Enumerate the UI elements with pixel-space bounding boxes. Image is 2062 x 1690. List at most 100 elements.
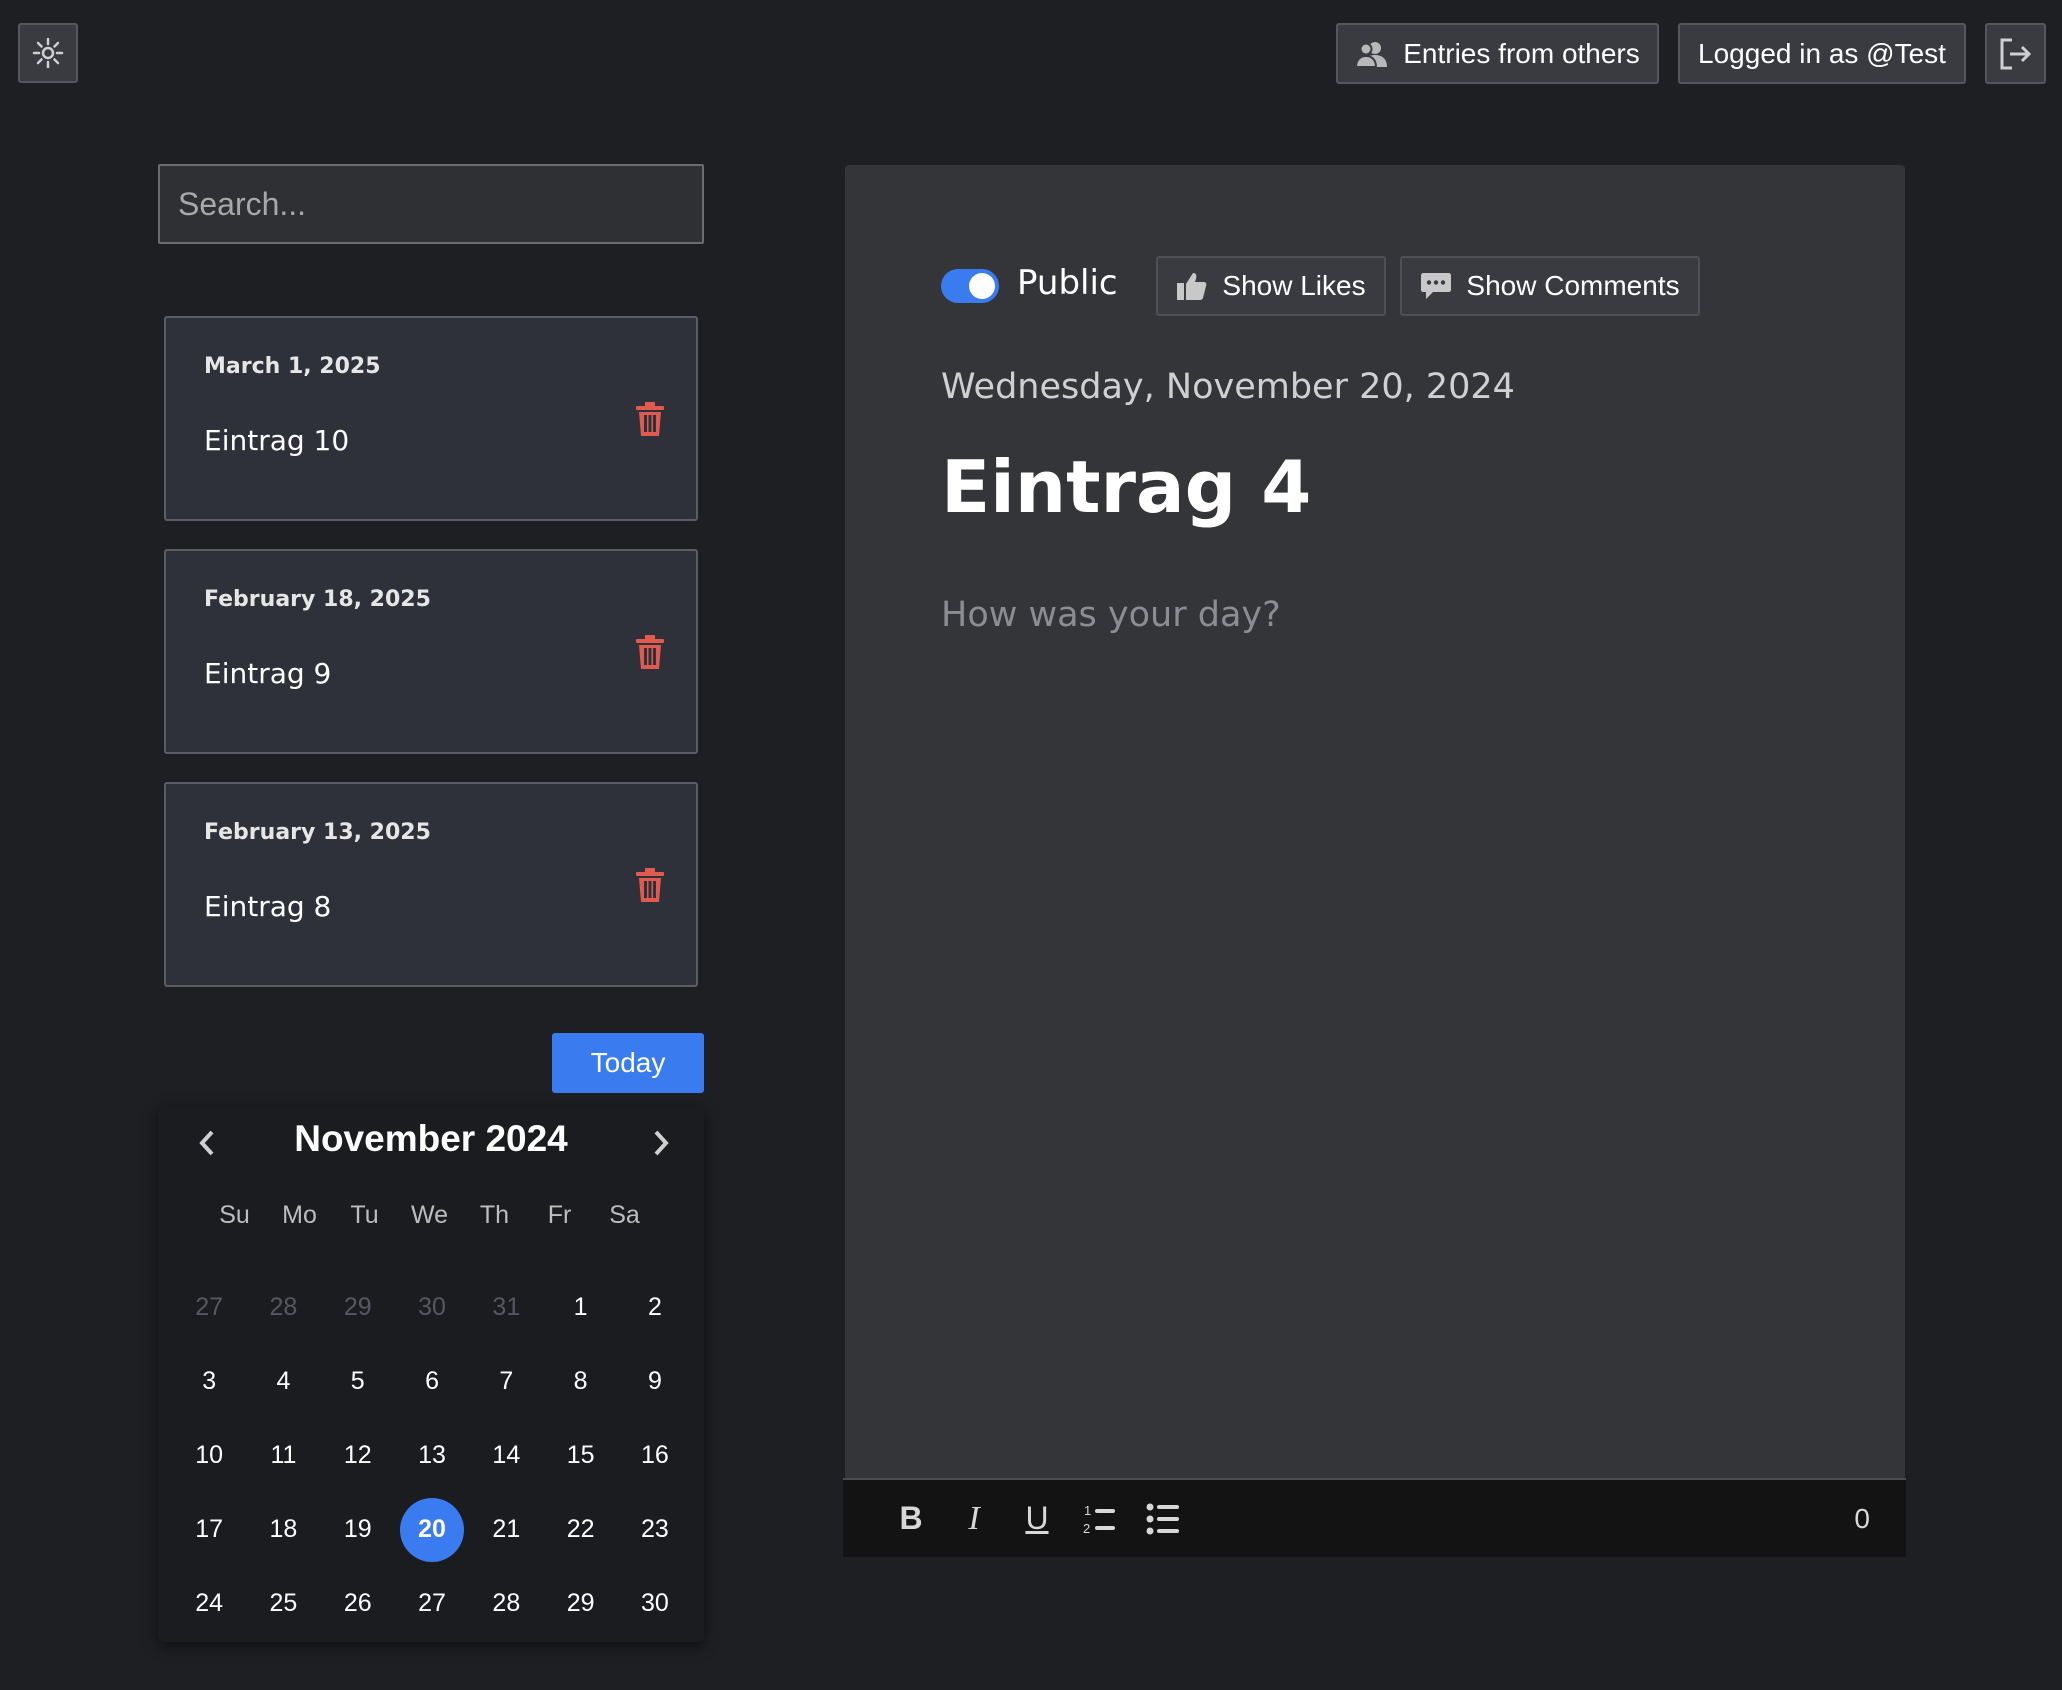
- weekday-label: Su: [219, 1200, 250, 1229]
- calendar-day-number: 26: [343, 1589, 372, 1618]
- calendar-day[interactable]: 11: [246, 1418, 320, 1492]
- bullet-list-button[interactable]: [1141, 1497, 1185, 1541]
- calendar-day-number: 2: [647, 1292, 662, 1321]
- calendar-day[interactable]: 2: [618, 1270, 692, 1344]
- calendar-day-number: 3: [202, 1366, 217, 1395]
- calendar-day[interactable]: 18: [246, 1493, 320, 1567]
- weekday-header: Su Mo Tu We Th Fr Sa: [202, 1190, 657, 1240]
- calendar-day[interactable]: 19: [321, 1493, 395, 1567]
- calendar-day[interactable]: 17: [172, 1493, 246, 1567]
- italic-button[interactable]: I: [952, 1497, 996, 1541]
- calendar-day-number: 4: [276, 1366, 291, 1395]
- bold-button[interactable]: B: [889, 1497, 933, 1541]
- calendar-day[interactable]: 7: [469, 1344, 543, 1418]
- calendar-day-number: 28: [492, 1589, 521, 1618]
- users-icon: [1355, 40, 1389, 68]
- calendar-day[interactable]: 30: [395, 1270, 469, 1344]
- calendar-day[interactable]: 28: [469, 1567, 543, 1641]
- ordered-list-button[interactable]: 1 2: [1078, 1497, 1122, 1541]
- calendar-days: 27 28 29 30 31 1 2 3 4 5 6 7 8 9 10 11 12 13 14 15 16 17 18 19 2…: [172, 1270, 692, 1641]
- calendar-day[interactable]: 16: [618, 1418, 692, 1492]
- entry-card[interactable]: February 13, 2025 Eintrag 8: [164, 782, 698, 987]
- entries-from-others-label: Entries from others: [1403, 37, 1640, 69]
- calendar-day-number: 30: [418, 1292, 446, 1321]
- calendar-day[interactable]: 10: [172, 1418, 246, 1492]
- today-button[interactable]: Today: [552, 1033, 704, 1093]
- calendar-day[interactable]: 29: [543, 1567, 617, 1641]
- show-likes-label: Show Likes: [1222, 270, 1366, 301]
- calendar-day[interactable]: 26: [321, 1567, 395, 1641]
- calendar-day[interactable]: 23: [618, 1493, 692, 1567]
- calendar-day[interactable]: 25: [246, 1567, 320, 1641]
- today-label: Today: [590, 1047, 666, 1078]
- calendar-day[interactable]: 15: [543, 1418, 617, 1492]
- next-month-button[interactable]: [638, 1120, 684, 1166]
- calendar-day[interactable]: 4: [246, 1344, 320, 1418]
- svg-text:1: 1: [1084, 1503, 1091, 1518]
- calendar-day[interactable]: 21: [469, 1493, 543, 1567]
- calendar-day-number: 30: [641, 1589, 669, 1618]
- calendar-day-number: 22: [566, 1515, 595, 1544]
- body-placeholder: How was your day?: [941, 595, 1281, 635]
- entries-from-others-button[interactable]: Entries from others: [1336, 23, 1659, 84]
- calendar-day[interactable]: 14: [469, 1418, 543, 1492]
- calendar-day-number: 9: [647, 1366, 662, 1395]
- public-toggle[interactable]: [941, 269, 999, 303]
- calendar-day-number: 28: [269, 1292, 298, 1321]
- entry-card[interactable]: March 1, 2025 Eintrag 10: [164, 316, 698, 521]
- calendar-day-number: 1: [573, 1292, 588, 1321]
- show-comments-button[interactable]: Show Comments: [1400, 256, 1700, 316]
- calendar-day[interactable]: 28: [246, 1270, 320, 1344]
- calendar-day[interactable]: 27: [395, 1567, 469, 1641]
- calendar-day-number: 19: [343, 1515, 372, 1544]
- calendar-day[interactable]: 8: [543, 1344, 617, 1418]
- calendar-day-number: 24: [195, 1589, 224, 1618]
- calendar-day-number: 8: [573, 1366, 588, 1395]
- calendar-day-number: 5: [350, 1366, 365, 1395]
- calendar-day[interactable]: 5: [321, 1344, 395, 1418]
- calendar-day-number: 15: [566, 1440, 595, 1469]
- entry-title: Eintrag 10: [204, 424, 350, 457]
- svg-text:2: 2: [1083, 1521, 1090, 1536]
- calendar-day[interactable]: 9: [618, 1344, 692, 1418]
- entry-title: Eintrag 9: [204, 657, 332, 690]
- logged-in-user-button[interactable]: Logged in as @Test: [1678, 23, 1966, 84]
- show-likes-button[interactable]: Show Likes: [1156, 256, 1386, 316]
- underline-button[interactable]: U: [1015, 1497, 1059, 1541]
- calendar-day[interactable]: 24: [172, 1567, 246, 1641]
- calendar-day-number: 7: [499, 1366, 514, 1395]
- calendar-day[interactable]: 6: [395, 1344, 469, 1418]
- character-count: 0: [1854, 1502, 1870, 1534]
- entry-body-editor[interactable]: How was your day?: [941, 595, 1841, 1435]
- calendar-day[interactable]: 29: [321, 1270, 395, 1344]
- entry-editor: Public Show Likes Show Comments Wednesda…: [845, 165, 1905, 1480]
- formatting-toolbar: B I U 1 2 0: [843, 1478, 1906, 1557]
- calendar-day-number: 29: [343, 1292, 372, 1321]
- trash-icon[interactable]: [636, 868, 664, 907]
- calendar-day[interactable]: 13: [395, 1418, 469, 1492]
- calendar-day[interactable]: 22: [543, 1493, 617, 1567]
- trash-icon[interactable]: [636, 635, 664, 674]
- entry-card[interactable]: February 18, 2025 Eintrag 9: [164, 549, 698, 754]
- trash-icon[interactable]: [636, 402, 664, 441]
- calendar-day-selected[interactable]: 20: [395, 1493, 469, 1567]
- calendar-day[interactable]: 31: [469, 1270, 543, 1344]
- logout-button[interactable]: [1985, 23, 2046, 84]
- calendar-day-number: 14: [492, 1440, 521, 1469]
- bold-icon: B: [899, 1500, 923, 1536]
- search-input[interactable]: [158, 164, 704, 244]
- calendar: November 2024 Su Mo Tu We Th Fr Sa 27 28 2…: [158, 1106, 704, 1642]
- calendar-day[interactable]: 3: [172, 1344, 246, 1418]
- calendar-day-number: 20: [400, 1497, 465, 1562]
- toggle-knob: [969, 273, 995, 299]
- calendar-day[interactable]: 30: [618, 1567, 692, 1641]
- settings-button[interactable]: [18, 23, 78, 83]
- calendar-day[interactable]: 12: [321, 1418, 395, 1492]
- weekday-label: We: [410, 1200, 449, 1229]
- calendar-day[interactable]: 27: [172, 1270, 246, 1344]
- entry-title-heading[interactable]: Eintrag 4: [941, 445, 1311, 529]
- entry-date: February 18, 2025: [204, 587, 431, 612]
- calendar-day-number: 18: [269, 1515, 298, 1544]
- calendar-day-number: 13: [418, 1440, 446, 1469]
- calendar-day[interactable]: 1: [543, 1270, 617, 1344]
